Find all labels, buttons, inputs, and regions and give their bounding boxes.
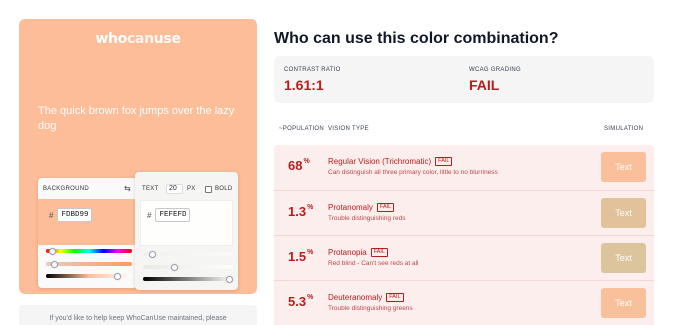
background-hex-row: # FDBD99 xyxy=(49,208,93,222)
background-swatch xyxy=(38,199,137,245)
population-percent: 68% xyxy=(288,158,310,173)
background-hue-slider[interactable] xyxy=(46,247,132,255)
font-size-input[interactable]: 20 xyxy=(166,184,183,194)
fail-badge: FAIL xyxy=(386,293,404,302)
wcag-grading-value: FAIL xyxy=(469,77,500,93)
text-saturation-slider[interactable] xyxy=(143,263,233,271)
vision-type-description: Trouble distinguishing reds xyxy=(328,215,406,222)
background-saturation-slider[interactable] xyxy=(46,260,132,268)
contrast-ratio-value: 1.61:1 xyxy=(284,77,324,93)
contrast-ratio-label: CONTRAST RATIO xyxy=(284,67,341,73)
maintenance-note-text: If you'd like to help keep WhoCanUse mai… xyxy=(49,315,227,322)
slider-knob[interactable] xyxy=(149,250,156,258)
fail-badge: FAIL xyxy=(435,157,453,166)
logo-part-can: can xyxy=(126,31,154,47)
fail-badge: FAIL xyxy=(376,203,395,212)
text-hue-slider[interactable] xyxy=(143,250,233,258)
simulation-swatch: Text xyxy=(601,243,646,273)
logo-part-who: who xyxy=(95,31,127,47)
text-color-card: TEXT 20 PX BOLD # FEFEFD xyxy=(135,172,238,290)
slider-knob[interactable] xyxy=(171,263,178,271)
maintenance-note: If you'd like to help keep WhoCanUse mai… xyxy=(19,305,257,325)
sample-text: The quick brown fox jumps over the lazy … xyxy=(38,105,235,132)
wcag-grading-label: WCAG GRADING xyxy=(469,67,521,73)
column-vision-type: VISION TYPE xyxy=(328,126,369,132)
hash-symbol: # xyxy=(147,210,152,220)
population-percent: 1.5% xyxy=(288,249,314,264)
background-color-card: BACKGROUND ⇆ # FDBD99 xyxy=(38,178,137,288)
population-percent: 1.3% xyxy=(288,204,314,219)
slider-knob[interactable] xyxy=(49,247,56,255)
vision-type-description: Trouble distinguishing greens xyxy=(328,305,413,312)
font-size-unit: PX xyxy=(187,186,196,192)
slider-knob[interactable] xyxy=(114,272,121,280)
simulation-swatch: Text xyxy=(601,288,646,318)
vision-type-name: Regular Vision (Trichromatic) FAIL xyxy=(328,157,453,166)
background-lightness-slider[interactable] xyxy=(46,272,132,280)
background-hex-input[interactable]: FDBD99 xyxy=(57,208,93,222)
bold-label: BOLD xyxy=(215,186,233,192)
swap-icon[interactable]: ⇆ xyxy=(124,185,131,193)
text-label: TEXT xyxy=(142,186,159,192)
logo: whocanuse xyxy=(19,31,257,47)
logo-part-use: use xyxy=(153,31,181,47)
column-population: ~POPULATION xyxy=(279,126,325,132)
page-title: Who can use this color combination? xyxy=(274,30,559,47)
slider-knob[interactable] xyxy=(226,275,233,283)
table-row: 68% Regular Vision (Trichromatic) FAIL Ca… xyxy=(274,145,654,190)
metrics-panel: CONTRAST RATIO 1.61:1 WCAG GRADING FAIL xyxy=(274,56,654,103)
vision-type-name: Protanomaly FAIL xyxy=(328,203,395,212)
vision-type-description: Red blind - Can't see reds at all xyxy=(328,260,419,267)
background-label: BACKGROUND xyxy=(43,186,90,192)
text-swatch xyxy=(140,200,233,246)
vision-type-name: Deuteranomaly FAIL xyxy=(328,293,404,302)
vision-type-name: Protanopia FAIL xyxy=(328,248,389,257)
text-lightness-slider[interactable] xyxy=(143,275,233,283)
text-hex-row: # FEFEFD xyxy=(147,208,191,222)
column-simulation: SIMULATION xyxy=(604,126,644,132)
results-table: 68% Regular Vision (Trichromatic) FAIL Ca… xyxy=(274,145,654,325)
table-row: 1.3% Protanomaly FAIL Trouble distinguish… xyxy=(274,190,654,235)
simulation-swatch: Text xyxy=(601,198,646,228)
hash-symbol: # xyxy=(49,210,54,220)
text-hex-input[interactable]: FEFEFD xyxy=(155,208,191,222)
bold-checkbox[interactable] xyxy=(205,186,212,193)
simulation-swatch: Text xyxy=(601,152,646,182)
table-row: 5.3% Deuteranomaly FAIL Trouble distingui… xyxy=(274,280,654,325)
vision-type-description: Can distinguish all three primary color,… xyxy=(328,169,498,176)
fail-badge: FAIL xyxy=(370,248,389,257)
slider-knob[interactable] xyxy=(51,260,58,268)
table-row: 1.5% Protanopia FAIL Red blind - Can't se… xyxy=(274,235,654,280)
population-percent: 5.3% xyxy=(288,294,314,309)
